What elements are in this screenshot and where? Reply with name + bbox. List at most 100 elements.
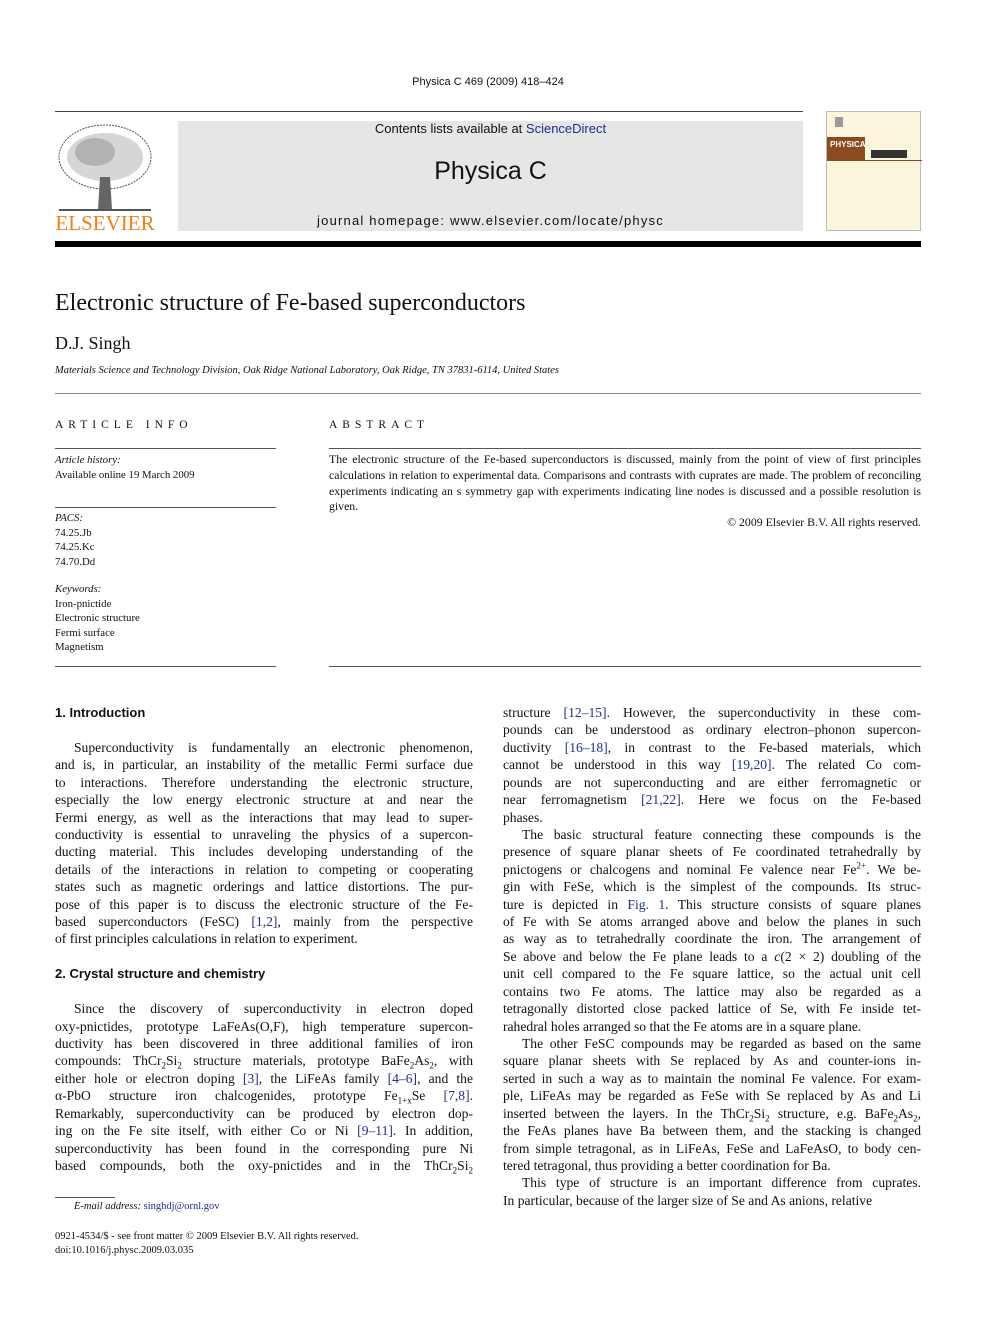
superscript: 2+ — [856, 860, 867, 871]
text-line: states such as magnetic orderings and la… — [55, 878, 473, 895]
text-line: Remarkably, superconductivity can be pro… — [55, 1105, 473, 1122]
text-run: of Fe with Se atoms arranged above and b… — [503, 914, 921, 930]
text-line: from simple tetragonal, as in LiFeAs, Fe… — [503, 1140, 921, 1157]
text-run: . Here we focus on the Fe-based — [680, 792, 921, 808]
pacs-code: 74.25.Kc — [55, 541, 95, 553]
text-run: ductivity has been discovered in three a… — [55, 1036, 473, 1052]
text-run: either hole or electron doping — [55, 1070, 243, 1086]
text-line: as way as to tetrahedrally coordinate th… — [503, 930, 921, 947]
citation-link[interactable]: [19,20] — [732, 757, 772, 772]
divider — [55, 111, 803, 112]
subscript: 2 — [468, 1165, 474, 1176]
text-run: oxy-pnictides, prototype LaFeAs(O,F), hi… — [55, 1018, 473, 1034]
citation-link[interactable]: [1,2] — [251, 914, 277, 929]
text-line: serted in such a way as to maintain the … — [503, 1070, 921, 1087]
text-run: based superconductors (FeSC) — [55, 914, 252, 930]
text-line: ductivity has been discovered in three a… — [55, 1035, 473, 1052]
body-column-right: structure [12–15]. However, the supercon… — [503, 704, 921, 1209]
keywords-label: Keywords: — [55, 583, 102, 595]
abstract: The electronic structure of the Fe-based… — [329, 452, 921, 531]
text-line: ture is depicted in Fig. 1. This structu… — [503, 896, 921, 913]
article-title: Electronic structure of Fe-based superco… — [55, 290, 526, 316]
text-run: Remarkably, superconductivity can be pro… — [55, 1105, 473, 1121]
text-line: unit cell compared to the Fe square latt… — [503, 965, 921, 982]
text-line: details of the interactions in relation … — [55, 861, 473, 878]
text-line: of first principles calculations in rela… — [55, 930, 473, 947]
text-run: structure, e.g. BaFe — [769, 1105, 894, 1121]
text-run: . This structure consists of square plan… — [665, 896, 921, 912]
text-line: pounds can be understood as ordinary ele… — [503, 721, 921, 738]
text-line: either hole or electron doping [3], the … — [55, 1070, 473, 1087]
abstract-heading: ABSTRACT — [329, 419, 430, 431]
divider — [55, 666, 276, 667]
cover-subtitle-block — [871, 150, 907, 158]
text-line: and is, in particular, an instability of… — [55, 756, 473, 773]
citation-link[interactable]: [9–11] — [357, 1123, 393, 1138]
email-label: E-mail address: — [74, 1201, 144, 1212]
text-line: especially the low energy electronic str… — [55, 791, 473, 808]
journal-homepage-link[interactable]: journal homepage: www.elsevier.com/locat… — [178, 213, 803, 228]
text-run: , in contrast to the Fe-based materials,… — [607, 739, 921, 755]
text-line: phases. — [503, 809, 921, 826]
sciencedirect-link[interactable]: ScienceDirect — [526, 121, 606, 136]
text-run: , the LiFeAs family — [258, 1070, 388, 1086]
text-run: inserted between the layers. In the ThCr — [503, 1105, 750, 1121]
text-run: near ferromagnetism — [503, 792, 642, 808]
text-run: . We be- — [866, 861, 921, 877]
text-line: Fermi energy, as well as the interaction… — [55, 809, 473, 826]
pacs: PACS: 74.25.Jb 74.25.Kc 74.70.Dd — [55, 511, 95, 569]
abstract-copyright: © 2009 Elsevier B.V. All rights reserved… — [727, 515, 921, 530]
text-run: gin with FeSe, which is the simplest of … — [503, 879, 921, 895]
citation-link[interactable]: [16–18] — [565, 740, 608, 755]
text-run: The other FeSC compounds may be regarded… — [522, 1036, 921, 1052]
text-line: near ferromagnetism [21,22]. Here we foc… — [503, 791, 921, 808]
text-line: ple, LiFeAs may be regarded as FeSe with… — [503, 1087, 921, 1104]
text-run: Since the discovery of superconductivity… — [74, 1001, 473, 1017]
text-run: superconductivity has been found in the … — [55, 1140, 473, 1156]
text-run: tetragonally distorted close packed latt… — [503, 1001, 921, 1017]
text-line: ducting material. This includes developi… — [55, 843, 473, 860]
text-run: . — [469, 1088, 473, 1104]
citation-link[interactable]: [3] — [243, 1071, 259, 1086]
text-run: the FeAs planes have Ba between them, an… — [503, 1123, 921, 1139]
citation-link[interactable]: [12–15] — [564, 705, 607, 720]
text-line: tetragonally distorted close packed latt… — [503, 1000, 921, 1017]
journal-cover-thumbnail: PHYSICA — [826, 111, 922, 231]
text-run: structure materials, prototype BaFe — [181, 1053, 410, 1069]
text-line: the FeAs planes have Ba between them, an… — [503, 1122, 921, 1139]
text-run: states such as magnetic orderings and la… — [55, 879, 473, 895]
text-run: . However, the superconductivity in thes… — [606, 705, 921, 720]
text-run: Se — [411, 1088, 444, 1104]
text-line: rahedral holes arranged so that the Fe a… — [503, 1018, 921, 1035]
divider — [55, 507, 276, 508]
citation-link[interactable]: [21,22] — [641, 792, 681, 807]
divider — [329, 448, 921, 449]
text-run: The basic structural feature connecting … — [522, 826, 921, 842]
text-run: presence of square planar sheets of Fe c… — [503, 844, 921, 860]
text-run: compounds: ThCr — [55, 1053, 162, 1069]
text-run: rahedral holes arranged so that the Fe a… — [503, 1018, 862, 1034]
text-run: This type of structure is an important d… — [522, 1175, 921, 1191]
footnote-email: E-mail address: singhdj@ornl.gov — [74, 1201, 220, 1212]
text-line: based compounds, both the oxy-pnictides … — [55, 1157, 474, 1176]
text-line: contains two Fe atoms. The lattice may a… — [503, 983, 921, 1000]
text-run: α-PbO structure iron chalcogenides, prot… — [55, 1088, 398, 1104]
text-line: pnictogens or chalcogens and nominal Fe … — [503, 861, 921, 878]
journal-banner: Contents lists available at ScienceDirec… — [178, 121, 803, 231]
text-run: Fermi energy, as well as the interaction… — [55, 809, 473, 825]
footer-doi[interactable]: doi:10.1016/j.physc.2009.03.035 — [55, 1245, 194, 1256]
paragraph: The basic structural feature connecting … — [503, 826, 921, 1035]
email-link[interactable]: singhdj@ornl.gov — [144, 1201, 220, 1212]
paragraph: Superconductivity is fundamentally an el… — [55, 739, 473, 948]
cover-rule — [827, 160, 922, 161]
citation-link[interactable]: Fig. 1 — [627, 897, 665, 912]
citation-link[interactable]: [7,8] — [444, 1088, 470, 1103]
text-run: of first principles calculations in rela… — [55, 931, 358, 947]
text-run: pounds can be understood as ordinary ele… — [503, 722, 921, 738]
text-run: conductivity is essential to unraveling … — [55, 826, 473, 842]
text-run: square planar sheets with Se replaced by… — [503, 1053, 921, 1069]
text-run: and is, in particular, an instability of… — [55, 757, 473, 773]
divider — [55, 448, 276, 449]
citation-link[interactable]: [4–6] — [388, 1071, 417, 1086]
author: D.J. Singh — [55, 333, 131, 353]
